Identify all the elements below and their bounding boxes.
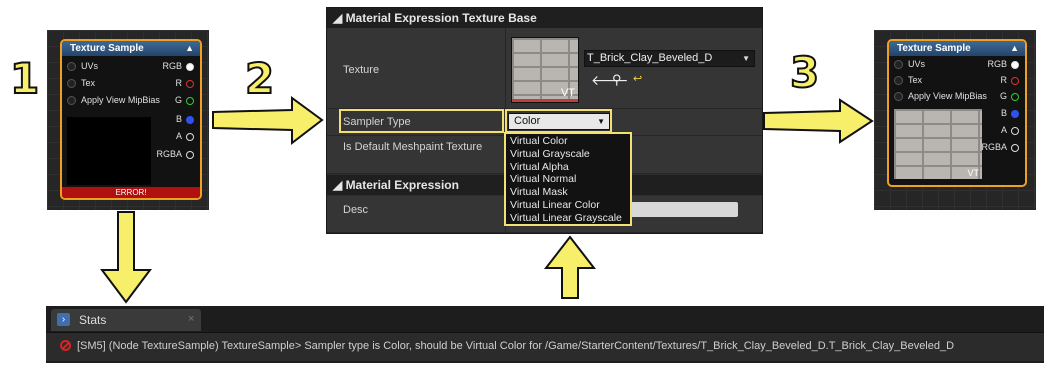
vt-badge: VT bbox=[560, 87, 575, 99]
pin-g[interactable]: G bbox=[1000, 90, 1019, 103]
arrow-right-2-icon bbox=[763, 98, 874, 144]
stats-panel: › Stats × [SM5] (Node TextureSample) Tex… bbox=[46, 306, 1044, 363]
graph-panel-left: Texture Sample ▲ UVs Tex Apply View MipBi… bbox=[47, 30, 209, 210]
vt-badge: VT bbox=[967, 168, 979, 178]
texture-preview-brick: VT bbox=[894, 109, 982, 179]
pin-in-icon bbox=[67, 96, 76, 106]
pin-in-icon bbox=[894, 60, 903, 70]
stats-tab-label: Stats bbox=[79, 313, 107, 327]
browse-magnifier-icon[interactable]: ⚲ bbox=[612, 72, 622, 88]
pin-apply-view-mipbias[interactable]: Apply View MipBias bbox=[894, 90, 987, 103]
node-title: Texture Sample ▲ bbox=[889, 41, 1025, 56]
pin-uvs[interactable]: UVs bbox=[894, 58, 925, 71]
graph-panel-right: Texture Sample ▲ UVs Tex Apply View MipBi… bbox=[874, 30, 1036, 210]
desc-label: Desc bbox=[343, 204, 369, 216]
pin-a[interactable]: A bbox=[176, 130, 194, 143]
option-virtual-color[interactable]: Virtual Color bbox=[510, 135, 630, 148]
arrow-down-icon bbox=[100, 211, 152, 304]
property-row-texture: Texture VT T_Brick_Clay_Beveled_D ▼ 🡐 ⚲ ↩ bbox=[327, 28, 762, 109]
stats-message-row[interactable]: [SM5] (Node TextureSample) TextureSample… bbox=[46, 332, 1044, 361]
pin-tex[interactable]: Tex bbox=[67, 77, 95, 90]
option-virtual-mask[interactable]: Virtual Mask bbox=[510, 186, 630, 199]
tab-stats[interactable]: › Stats × bbox=[51, 309, 201, 331]
texture-asset-dropdown[interactable]: T_Brick_Clay_Beveled_D ▼ bbox=[584, 50, 755, 67]
texture-thumbnail[interactable]: VT bbox=[511, 37, 579, 103]
arrow-up-icon bbox=[543, 235, 597, 299]
pin-out-icon bbox=[1011, 92, 1019, 101]
option-virtual-alpha[interactable]: Virtual Alpha bbox=[510, 161, 630, 174]
desc-input[interactable] bbox=[627, 202, 738, 217]
close-tab-icon[interactable]: × bbox=[188, 313, 194, 325]
pin-b[interactable]: B bbox=[1001, 107, 1019, 120]
pin-out-icon bbox=[1011, 109, 1019, 118]
pin-r[interactable]: R bbox=[176, 77, 194, 90]
use-selected-arrow-icon[interactable]: 🡐 bbox=[591, 72, 629, 89]
option-virtual-linear-grayscale[interactable]: Virtual Linear Grayscale bbox=[510, 212, 630, 225]
pin-g[interactable]: G bbox=[175, 94, 194, 107]
node-title: Texture Sample ▲ bbox=[62, 41, 200, 56]
pin-out-icon bbox=[186, 79, 194, 88]
texture-preview-empty bbox=[67, 117, 151, 185]
pin-uvs[interactable]: UVs bbox=[67, 60, 98, 73]
pin-in-icon bbox=[67, 62, 76, 72]
pin-rgb[interactable]: RGB bbox=[987, 58, 1019, 71]
stats-message-text: [SM5] (Node TextureSample) TextureSample… bbox=[77, 340, 955, 352]
texture-sample-node-fixed[interactable]: Texture Sample ▲ UVs Tex Apply View MipBi… bbox=[887, 39, 1027, 187]
pin-tex[interactable]: Tex bbox=[894, 74, 922, 87]
pin-out-icon bbox=[186, 150, 194, 159]
meshpaint-label: Is Default Meshpaint Texture bbox=[343, 141, 483, 153]
pin-b[interactable]: B bbox=[176, 113, 194, 126]
column-divider bbox=[505, 28, 506, 108]
pin-out-icon bbox=[1011, 60, 1019, 69]
pin-out-icon bbox=[1011, 143, 1019, 152]
collapse-icon[interactable]: ▲ bbox=[185, 41, 194, 56]
highlight-sampler-dropdown bbox=[505, 109, 612, 133]
pin-apply-view-mipbias[interactable]: Apply View MipBias bbox=[67, 94, 160, 107]
pin-in-icon bbox=[894, 76, 903, 86]
arrow-right-1-icon bbox=[212, 96, 324, 146]
section-header-texture-base[interactable]: ◢ Material Expression Texture Base bbox=[327, 8, 762, 28]
option-virtual-grayscale[interactable]: Virtual Grayscale bbox=[510, 148, 630, 161]
pin-out-icon bbox=[186, 62, 194, 71]
pin-out-icon bbox=[186, 115, 194, 124]
pin-rgba[interactable]: RGBA bbox=[156, 148, 194, 161]
option-virtual-normal[interactable]: Virtual Normal bbox=[510, 173, 630, 186]
option-virtual-linear-color[interactable]: Virtual Linear Color bbox=[510, 199, 630, 212]
pin-rgb[interactable]: RGB bbox=[162, 60, 194, 73]
pin-r[interactable]: R bbox=[1001, 74, 1019, 87]
collapse-icon[interactable]: ▲ bbox=[1010, 41, 1019, 56]
sampler-type-options-list: Virtual Color Virtual Grayscale Virtual … bbox=[504, 132, 632, 226]
pin-a[interactable]: A bbox=[1001, 124, 1019, 137]
pin-out-icon bbox=[1011, 76, 1019, 85]
reset-to-default-icon[interactable]: ↩ bbox=[633, 72, 642, 85]
pin-out-icon bbox=[186, 132, 194, 141]
pin-out-icon bbox=[1011, 126, 1019, 135]
texture-sample-node-error[interactable]: Texture Sample ▲ UVs Tex Apply View MipBi… bbox=[60, 39, 202, 200]
highlight-sampler-type-label bbox=[339, 109, 504, 133]
pin-out-icon bbox=[186, 96, 194, 105]
pin-in-icon bbox=[67, 79, 76, 89]
chevron-down-icon: ▼ bbox=[742, 54, 750, 63]
texture-label: Texture bbox=[343, 64, 380, 76]
pin-in-icon bbox=[894, 92, 903, 102]
thumbnail-red-strip bbox=[512, 99, 578, 102]
pin-rgba[interactable]: RGBA bbox=[981, 141, 1019, 154]
error-banner: ERROR! bbox=[62, 187, 200, 198]
stats-icon: › bbox=[57, 313, 70, 326]
